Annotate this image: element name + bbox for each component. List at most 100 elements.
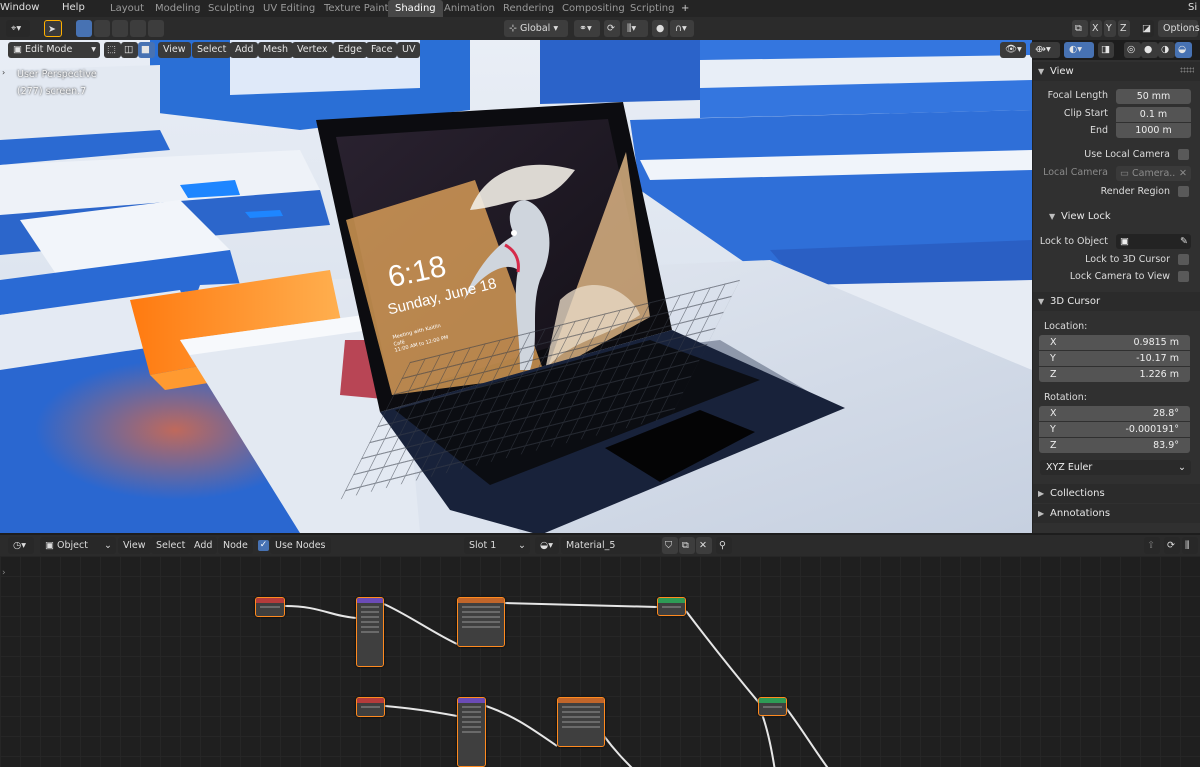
tab-rendering[interactable]: Rendering: [496, 0, 561, 17]
tab-scripting[interactable]: Scripting: [623, 0, 681, 17]
menu-help[interactable]: Help: [62, 0, 85, 17]
duplicate-material-icon[interactable]: ⧉: [679, 537, 695, 554]
mapping-node[interactable]: [356, 597, 384, 667]
node-editor-canvas[interactable]: ›: [0, 556, 1200, 767]
3d-viewport[interactable]: 6:18 Sunday, June 18 Meeting with Kaitli…: [0, 40, 1032, 533]
snap-target-icon[interactable]: ⫼▾: [622, 20, 648, 37]
face-select-icon[interactable]: ■: [138, 42, 155, 58]
select-mode-extend-icon[interactable]: [94, 20, 110, 37]
rendered-shading-icon[interactable]: ◒: [1175, 42, 1192, 58]
panel-view-lock-header[interactable]: ▼ View Lock: [1033, 207, 1200, 226]
menu-face[interactable]: Face: [366, 42, 398, 58]
visibility-eye-icon[interactable]: 👁▾: [1000, 42, 1026, 58]
mapping-node[interactable]: [457, 697, 486, 767]
panel-collections-header[interactable]: ▶ Collections: [1033, 484, 1200, 503]
editor-type-icon[interactable]: ◷▾: [8, 537, 34, 554]
use-nodes-checkbox[interactable]: ✓: [258, 540, 269, 551]
menu-uv[interactable]: UV: [397, 42, 421, 58]
menu-mesh[interactable]: Mesh: [258, 42, 294, 58]
menu-select[interactable]: Select: [151, 537, 191, 554]
eyedropper-icon[interactable]: ✎: [1180, 234, 1188, 249]
menu-view[interactable]: View: [118, 537, 151, 554]
pin-icon[interactable]: ⚲: [716, 537, 732, 554]
unlink-material-icon[interactable]: ✕: [696, 537, 712, 554]
cursor-location-y-field[interactable]: Y -10.17 m: [1039, 351, 1190, 366]
clip-start-field[interactable]: 0.1 m: [1116, 107, 1191, 122]
add-workspace-button[interactable]: +: [674, 0, 696, 17]
texture-coordinate-node[interactable]: [255, 597, 285, 617]
vertex-select-icon[interactable]: ⬚: [104, 42, 121, 58]
menu-add[interactable]: Add: [230, 42, 259, 58]
tab-sculpting[interactable]: Sculpting: [201, 0, 262, 17]
image-texture-node[interactable]: [457, 597, 505, 647]
lock-to-object-field[interactable]: ▣ ✎: [1116, 234, 1191, 249]
lock-to-3d-cursor-checkbox[interactable]: [1178, 254, 1189, 265]
pivot-point-icon[interactable]: ⚭▾: [574, 20, 600, 37]
tab-texture-paint[interactable]: Texture Paint: [317, 0, 396, 17]
menu-vertex[interactable]: Vertex: [292, 42, 333, 58]
local-camera-field[interactable]: ▭ Camera.. ✕: [1116, 166, 1191, 181]
scene-selector-label[interactable]: Si: [1188, 0, 1197, 17]
select-mode-new-icon[interactable]: [76, 20, 92, 37]
lock-camera-to-view-checkbox[interactable]: [1178, 271, 1189, 282]
xray-icon[interactable]: ◨: [1098, 42, 1114, 58]
cursor-rotation-y-field[interactable]: Y -0.000191°: [1039, 422, 1190, 437]
fake-user-shield-icon[interactable]: ⛉: [662, 537, 678, 554]
mode-dropdown[interactable]: ▣ Edit Mode ▾: [8, 42, 100, 58]
tab-compositing[interactable]: Compositing: [555, 0, 632, 17]
select-tool-icon[interactable]: ➤: [44, 20, 62, 37]
menu-add[interactable]: Add: [189, 537, 218, 554]
use-local-camera-checkbox[interactable]: [1178, 149, 1189, 160]
snap-icon[interactable]: ⟳: [604, 20, 620, 37]
solid-shading-icon[interactable]: ●: [1141, 42, 1158, 58]
material-name-field[interactable]: Material_5: [561, 537, 661, 554]
select-mode-subtract-icon[interactable]: [112, 20, 128, 37]
falloff-icon[interactable]: ∩▾: [670, 20, 694, 37]
parent-node-tree-icon[interactable]: ⇪: [1144, 537, 1160, 554]
cursor-location-x-field[interactable]: X 0.9815 m: [1039, 335, 1190, 350]
mirror-icon[interactable]: ⧉: [1072, 20, 1088, 37]
tab-modeling[interactable]: Modeling: [148, 0, 208, 17]
clip-end-field[interactable]: 1000 m: [1116, 123, 1191, 138]
select-mode-intersect-icon[interactable]: [148, 20, 164, 37]
focal-length-field[interactable]: 50 mm: [1116, 89, 1191, 104]
tab-shading[interactable]: Shading: [388, 0, 443, 17]
options-dropdown[interactable]: Options: [1158, 20, 1200, 37]
cursor-rotation-z-field[interactable]: Z 83.9°: [1039, 438, 1190, 453]
menu-window[interactable]: Window: [0, 0, 39, 17]
mirror-y-toggle[interactable]: Y: [1104, 20, 1116, 37]
tab-uv-editing[interactable]: UV Editing: [256, 0, 322, 17]
select-mode-invert-icon[interactable]: [130, 20, 146, 37]
menu-node[interactable]: Node: [218, 537, 253, 554]
cursor-rotation-x-field[interactable]: X 28.8°: [1039, 406, 1190, 421]
panel-view-header[interactable]: ▼ View: [1033, 62, 1200, 81]
mirror-x-toggle[interactable]: X: [1090, 20, 1102, 37]
panel-3d-cursor-header[interactable]: ▼ 3D Cursor: [1033, 292, 1200, 311]
material-shading-icon[interactable]: ◑: [1158, 42, 1175, 58]
tab-layout[interactable]: Layout: [103, 0, 151, 17]
panel-grip-icon[interactable]: [1180, 67, 1194, 73]
mirror-z-toggle[interactable]: Z: [1118, 20, 1130, 37]
slot-dropdown[interactable]: Slot 1 ⌄: [464, 537, 530, 554]
proportional-edit-icon[interactable]: ●: [652, 20, 668, 37]
gizmo-icon[interactable]: ⟴▾: [1030, 42, 1060, 58]
menu-edge[interactable]: Edge: [333, 42, 367, 58]
edge-select-icon[interactable]: ◫: [121, 42, 138, 58]
shader-node-green[interactable]: [657, 597, 686, 616]
tab-animation[interactable]: Animation: [437, 0, 502, 17]
overlays-icon[interactable]: ◐▾: [1064, 42, 1094, 58]
material-browse-icon[interactable]: ◒▾: [535, 537, 559, 554]
shader-type-dropdown[interactable]: ▣ Object ⌄: [40, 537, 116, 554]
wireframe-shading-icon[interactable]: ◎: [1124, 42, 1141, 58]
texture-coordinate-node[interactable]: [356, 697, 385, 717]
rotation-mode-dropdown[interactable]: XYZ Euler ⌄: [1040, 460, 1191, 475]
cursor-location-z-field[interactable]: Z 1.226 m: [1039, 367, 1190, 382]
image-texture-node[interactable]: [557, 697, 605, 747]
clear-x-icon[interactable]: ✕: [1179, 166, 1187, 181]
toolbar-expand-icon[interactable]: ›: [2, 68, 5, 77]
transform-orientation-dropdown[interactable]: ⊹ Global ▾: [504, 20, 568, 37]
auto-merge-icon[interactable]: ◪: [1140, 20, 1154, 37]
editor-type-icon[interactable]: ⌖▾: [6, 20, 30, 37]
mix-shader-node[interactable]: [758, 697, 787, 716]
snap-icon[interactable]: ⟳: [1164, 537, 1180, 554]
